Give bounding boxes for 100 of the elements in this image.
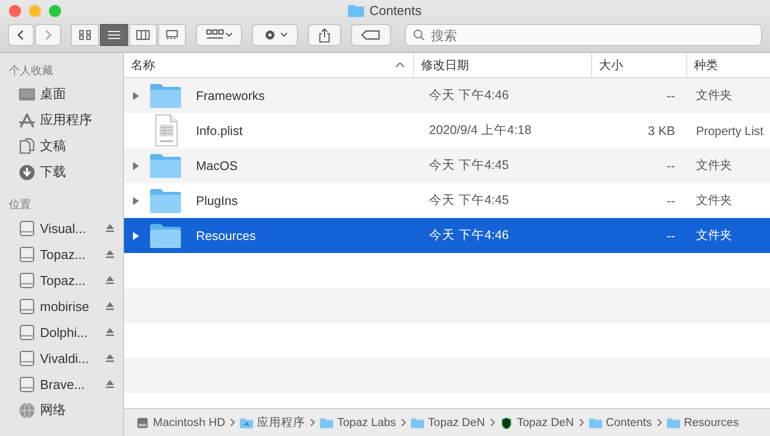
share-icon	[318, 28, 331, 42]
chevron-icon	[401, 418, 406, 427]
file-name: Resources	[196, 228, 256, 242]
sidebar-label: Topaz...	[40, 272, 87, 288]
file-size: --	[666, 158, 675, 172]
file-kind: 文件夹	[696, 192, 732, 209]
search-icon	[413, 29, 425, 41]
drive-icon	[18, 298, 36, 314]
disclosure-triangle-icon[interactable]	[132, 90, 140, 100]
sidebar-item[interactable]: Visual...	[0, 215, 123, 241]
grid-dropdown-icon	[206, 29, 232, 41]
path-item[interactable]: 应用程序	[240, 415, 306, 430]
sidebar-item[interactable]: 文稿	[0, 133, 123, 159]
path-item[interactable]: Resources	[666, 416, 739, 428]
sidebar-label: Topaz...	[40, 246, 87, 262]
path-item[interactable]: Topaz Labs	[320, 416, 396, 428]
sidebar-label: Brave...	[40, 376, 86, 392]
file-name: MacOS	[196, 158, 238, 172]
columns-view-button[interactable]	[129, 24, 157, 46]
sidebar-item[interactable]: Dolphi...	[0, 319, 123, 345]
list-view-button[interactable]	[100, 24, 128, 46]
eject-icon[interactable]	[105, 301, 115, 311]
shield-icon	[500, 416, 513, 428]
eject-icon[interactable]	[105, 249, 115, 259]
sidebar-item[interactable]: Topaz...	[0, 241, 123, 267]
action-menu-button[interactable]	[252, 24, 298, 46]
search-field[interactable]: 搜索	[405, 24, 762, 46]
drive-icon	[18, 220, 36, 236]
drive-icon	[18, 272, 36, 288]
sidebar-item[interactable]: 下载	[0, 159, 123, 185]
date-modified: 今天 下午4:45	[429, 157, 509, 174]
sidebar-item[interactable]: Brave...	[0, 371, 123, 397]
sidebar-heading: 个人收藏	[8, 64, 54, 79]
eject-icon[interactable]	[105, 353, 115, 363]
file-size: --	[666, 194, 675, 208]
sidebar-label: 桌面	[40, 85, 67, 103]
column-header[interactable]: 大小	[592, 53, 687, 77]
date-modified: 2020/9/4 上午4:18	[429, 122, 532, 139]
sidebar-item[interactable]: 桌面	[0, 81, 123, 107]
eject-icon[interactable]	[105, 223, 115, 233]
file-kind: 文件夹	[696, 87, 732, 104]
path-item[interactable]: Topaz DeN	[500, 416, 574, 428]
icons-view-button[interactable]	[71, 24, 99, 46]
folder-icon	[348, 4, 364, 17]
date-modified: 今天 下午4:45	[429, 192, 509, 209]
disclosure-triangle-icon[interactable]	[132, 196, 140, 206]
sidebar-label: Vivaldi...	[40, 350, 90, 366]
chevron-icon	[490, 418, 495, 427]
sidebar-item[interactable]: 应用程序	[0, 107, 123, 133]
file-name: PlugIns	[196, 194, 238, 208]
sidebar-label: 网络	[40, 401, 67, 419]
eject-icon[interactable]	[105, 327, 115, 337]
sidebar-label: 应用程序	[40, 111, 93, 129]
apps-icon	[18, 112, 36, 128]
folder-icon	[411, 416, 424, 428]
download-icon	[18, 164, 36, 180]
file-size: 3 KB	[648, 124, 675, 138]
sort-caret-icon	[395, 62, 405, 68]
column-header[interactable]: 名称	[124, 53, 414, 77]
sidebar-item[interactable]: Topaz...	[0, 267, 123, 293]
apps-folder-icon	[240, 416, 254, 428]
sidebar-label: Dolphi...	[40, 324, 89, 340]
drive-icon	[18, 350, 36, 366]
folder-icon	[150, 223, 181, 248]
date-modified: 今天 下午4:46	[429, 87, 509, 104]
folder-icon	[666, 416, 680, 428]
back-button[interactable]	[8, 24, 34, 46]
sidebar-item[interactable]: Vivaldi...	[0, 345, 123, 371]
eject-icon[interactable]	[105, 379, 115, 389]
eject-icon[interactable]	[105, 275, 115, 285]
file-row[interactable]: Resources 今天 下午4:46 -- 文件夹	[124, 218, 770, 253]
column-header[interactable]: 修改日期	[414, 53, 592, 77]
share-button[interactable]	[308, 24, 341, 46]
list-view-icon	[107, 29, 121, 41]
drive-icon	[18, 324, 36, 340]
file-kind: 文件夹	[696, 227, 732, 244]
sidebar-item[interactable]: mobirise	[0, 293, 123, 319]
path-item[interactable]: Macintosh HD	[136, 416, 226, 428]
folder-icon	[150, 188, 181, 213]
columns-view-icon	[136, 29, 150, 41]
sidebar-label: Visual...	[40, 220, 88, 236]
file-size: --	[666, 228, 675, 242]
drive-icon	[18, 376, 36, 392]
tag-button[interactable]	[351, 24, 391, 46]
close-button[interactable]	[9, 5, 21, 17]
group-menu-button[interactable]	[196, 24, 242, 46]
date-modified: 今天 下午4:46	[429, 227, 509, 244]
folder-icon	[320, 416, 334, 428]
disclosure-triangle-icon[interactable]	[132, 230, 140, 240]
sidebar-item[interactable]: 网络	[0, 397, 123, 423]
path-item[interactable]: Contents	[588, 416, 652, 428]
path-item[interactable]: Topaz DeN	[411, 416, 485, 428]
chevron-icon	[656, 418, 662, 427]
drive-icon	[18, 246, 36, 262]
disclosure-triangle-icon[interactable]	[132, 160, 140, 170]
column-header[interactable]: 种类	[687, 53, 770, 77]
file-name: Frameworks	[196, 88, 265, 102]
sidebar-label: 下载	[40, 163, 67, 181]
tag-icon	[361, 30, 381, 40]
gallery-view-button[interactable]	[158, 24, 186, 46]
